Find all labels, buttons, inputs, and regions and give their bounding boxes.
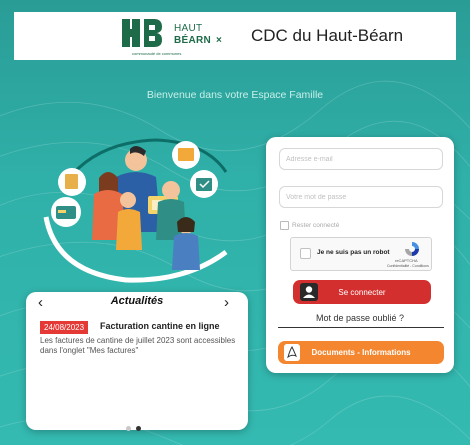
email-field[interactable] xyxy=(279,148,443,170)
news-card: ‹ Actualités › 24/08/2023 Facturation ca… xyxy=(26,292,248,431)
page-background: HAUT BÉARN × communauté de communes CDC … xyxy=(0,0,470,445)
recaptcha-checkbox[interactable] xyxy=(300,248,311,259)
logo-text-haut: HAUT xyxy=(174,23,203,34)
recaptcha-label: Je ne suis pas un robot xyxy=(317,249,390,256)
recaptcha-links[interactable]: Confidentialité - Conditions xyxy=(387,264,429,268)
recaptcha-brand: reCAPTCHA xyxy=(395,258,418,263)
logo-x-mark: × xyxy=(216,35,222,46)
recaptcha-widget[interactable]: Je ne suis pas un robot reCAPTCHA Confid… xyxy=(290,237,432,271)
password-field[interactable] xyxy=(279,186,443,208)
divider xyxy=(278,327,444,328)
news-body: Les factures de cantine de juillet 2023 … xyxy=(40,336,236,355)
news-date-badge: 24/08/2023 xyxy=(40,321,89,334)
logo-subtitle: communauté de communes xyxy=(132,51,182,56)
recaptcha-icon xyxy=(405,242,419,256)
documents-button-label: Documents - Informations xyxy=(311,348,411,357)
family-illustration xyxy=(43,138,228,283)
user-icon xyxy=(300,283,318,301)
page-title: CDC du Haut-Béarn xyxy=(251,26,404,45)
chevron-right-icon[interactable]: › xyxy=(224,294,229,311)
logo[interactable]: HAUT BÉARN × communauté de communes xyxy=(122,15,232,57)
header-bar: HAUT BÉARN × communauté de communes CDC … xyxy=(14,12,456,60)
forgot-password-link[interactable]: Mot de passe oublié ? xyxy=(266,313,454,323)
news-title: Actualités xyxy=(110,295,164,307)
remember-checkbox[interactable] xyxy=(280,221,289,230)
login-card: Rester connecté Je ne suis pas un robot … xyxy=(266,137,454,373)
login-button[interactable]: Se connecter xyxy=(293,280,431,304)
carousel-dot-active[interactable] xyxy=(136,426,141,431)
carousel-dot[interactable] xyxy=(126,426,131,431)
welcome-text: Bienvenue dans votre Espace Famille xyxy=(146,89,324,101)
pdf-icon xyxy=(284,344,300,361)
login-button-label: Se connecter xyxy=(338,287,386,297)
carousel-dots xyxy=(126,418,146,431)
haut-bearn-logo-icon xyxy=(122,19,162,47)
remember-label: Rester connecté xyxy=(292,222,340,229)
documents-button[interactable]: Documents - Informations xyxy=(278,341,444,364)
remember-me[interactable]: Rester connecté xyxy=(280,221,339,230)
logo-text-bearn: BÉARN xyxy=(174,35,212,46)
news-headline[interactable]: Facturation cantine en ligne xyxy=(100,321,220,331)
